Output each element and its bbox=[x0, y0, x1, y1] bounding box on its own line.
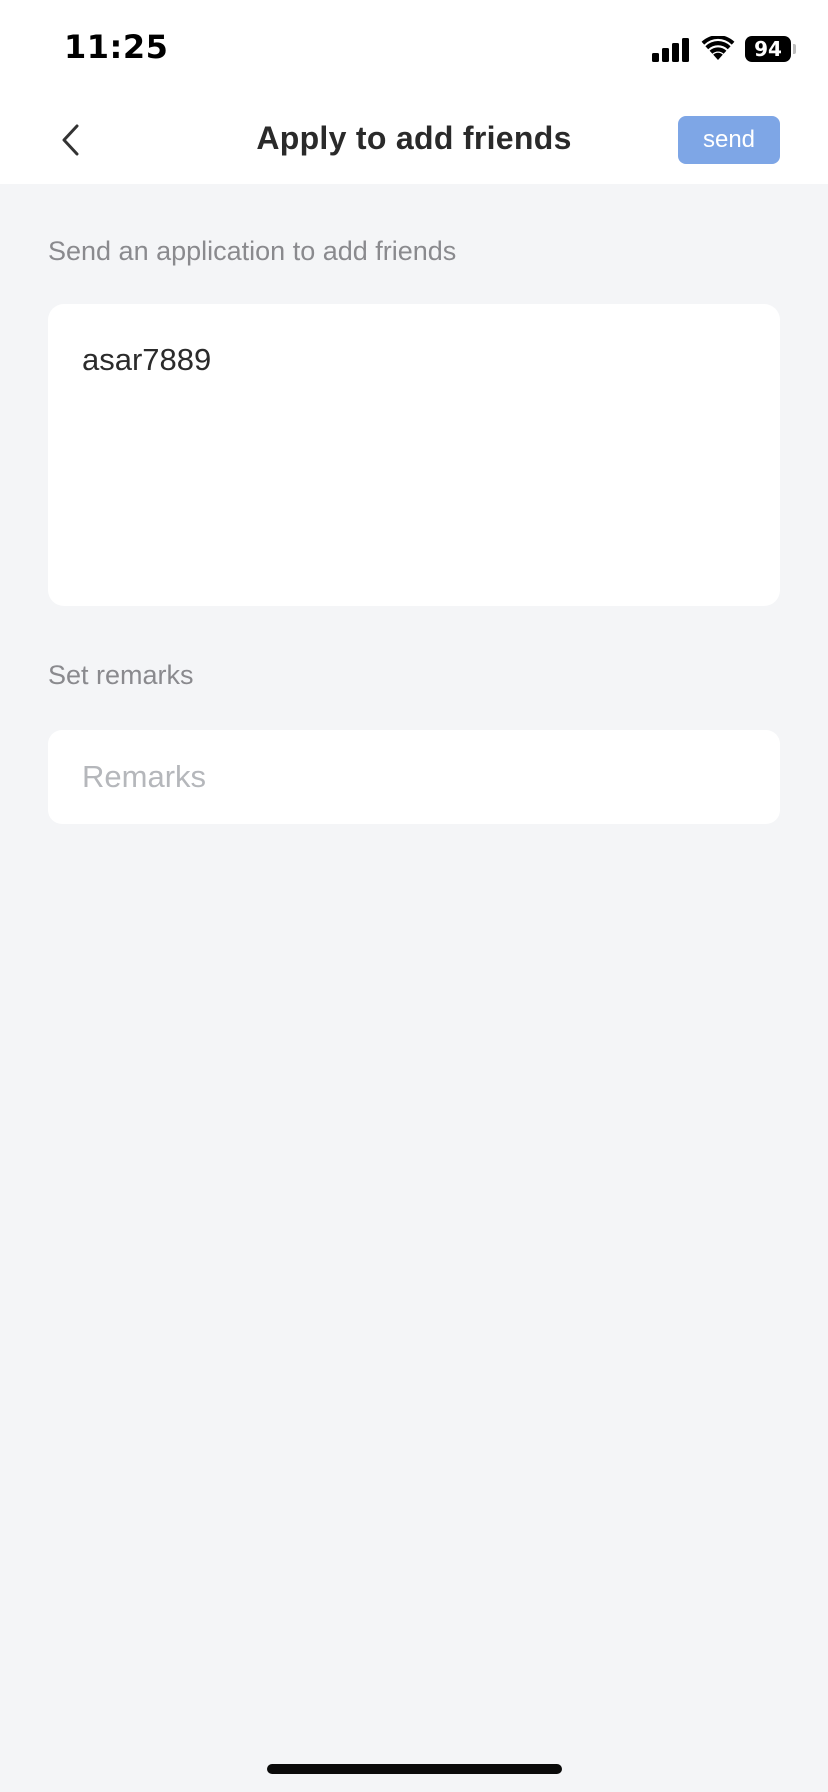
application-message-text[interactable]: asar7889 bbox=[82, 342, 211, 378]
send-button[interactable]: send bbox=[678, 116, 780, 164]
wifi-icon bbox=[701, 36, 735, 60]
remarks-label: Set remarks bbox=[48, 660, 194, 690]
application-message-field[interactable]: asar7889 bbox=[48, 304, 780, 606]
add-friend-screen: 11:25 94 Apply to add friends send Send … bbox=[0, 0, 828, 1792]
signal-icon bbox=[652, 36, 689, 62]
status-icons: 94 bbox=[652, 34, 796, 64]
application-label: Send an application to add friends bbox=[48, 236, 457, 266]
remarks-card[interactable] bbox=[48, 730, 780, 824]
battery-level: 94 bbox=[745, 36, 791, 62]
battery-cap bbox=[793, 44, 796, 54]
battery-icon: 94 bbox=[745, 36, 796, 62]
status-bar: 11:25 94 bbox=[0, 0, 828, 96]
status-time: 11:25 bbox=[64, 28, 169, 66]
nav-bar: Apply to add friends send bbox=[0, 96, 828, 184]
home-indicator bbox=[267, 1764, 562, 1774]
remarks-input[interactable] bbox=[82, 730, 742, 824]
